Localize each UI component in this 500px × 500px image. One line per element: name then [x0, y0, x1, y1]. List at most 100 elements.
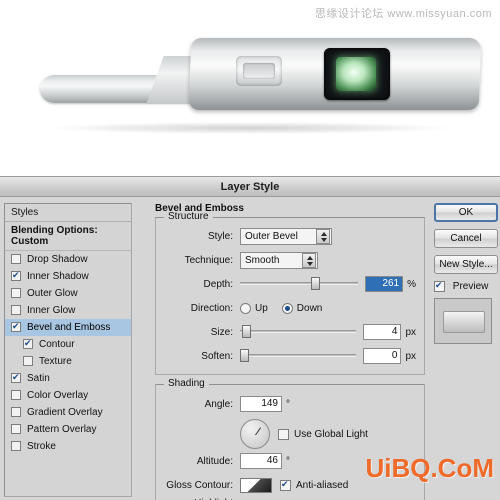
checkbox-stroke[interactable]: [11, 441, 21, 451]
size-slider-track: [240, 330, 357, 333]
dialog-actions: OK Cancel New Style... Preview: [434, 203, 498, 345]
checkbox-bevel-and-emboss[interactable]: [11, 320, 21, 332]
depth-slider-track: [240, 282, 359, 285]
angle-dial[interactable]: [240, 419, 270, 449]
checkbox-outer-glow[interactable]: [11, 288, 21, 298]
size-label: Size:: [210, 326, 233, 338]
preview-thumbnail-shape: [443, 311, 485, 334]
ok-button[interactable]: OK: [434, 203, 498, 222]
technique-select-value: Smooth: [245, 254, 280, 266]
altitude-unit: °: [286, 455, 290, 467]
checkbox-texture[interactable]: [23, 356, 33, 366]
sidebar-label-outer-glow: Outer Glow: [27, 288, 78, 299]
checkbox-contour[interactable]: [23, 337, 33, 349]
sidebar-item-gradient-overlay[interactable]: Gradient Overlay: [5, 404, 131, 421]
gloss-contour-swatch[interactable]: [240, 477, 272, 493]
checkbox-gradient-overlay[interactable]: [11, 407, 21, 417]
use-global-light-label: Use Global Light: [294, 428, 368, 440]
style-select[interactable]: Outer Bevel: [240, 227, 332, 245]
altitude-input[interactable]: 46: [240, 453, 282, 469]
styles-panel: Styles Blending Options: Custom Drop Sha…: [4, 203, 132, 497]
sidebar-item-drop-shadow[interactable]: Drop Shadow: [5, 251, 131, 268]
layer-style-dialog: Layer Style Styles Blending Options: Cus…: [0, 176, 500, 500]
checkbox-inner-glow[interactable]: [11, 305, 21, 315]
depth-unit: %: [407, 278, 416, 290]
sidebar-label-contour: Contour: [39, 339, 75, 350]
angle-input[interactable]: 149: [240, 396, 282, 412]
angle-unit: °: [286, 398, 290, 410]
depth-slider-thumb[interactable]: [310, 277, 320, 290]
altitude-label: Altitude:: [196, 455, 233, 467]
sidebar-item-pattern-overlay[interactable]: Pattern Overlay: [5, 421, 131, 438]
sidebar-label-drop-shadow: Drop Shadow: [27, 254, 88, 265]
sidebar-item-stroke[interactable]: Stroke: [5, 438, 131, 455]
sidebar-item-color-overlay[interactable]: Color Overlay: [5, 387, 131, 404]
new-style-button[interactable]: New Style...: [434, 255, 498, 274]
cancel-button[interactable]: Cancel: [434, 229, 498, 248]
dialog-title: Layer Style: [220, 181, 280, 193]
device-groove: [236, 56, 282, 86]
sidebar-label-color-overlay: Color Overlay: [27, 390, 89, 401]
shading-legend: Shading: [164, 378, 209, 389]
sidebar-item-bevel-and-emboss[interactable]: Bevel and Emboss: [5, 319, 131, 336]
angle-label: Angle:: [204, 398, 233, 410]
sidebar-label-inner-glow: Inner Glow: [27, 305, 76, 316]
metallic-device-illustration: [40, 30, 482, 134]
preview-row: Preview: [434, 279, 498, 293]
size-unit: px: [405, 326, 416, 338]
sidebar-item-blending-options[interactable]: Blending Options: Custom: [5, 222, 131, 251]
checkbox-drop-shadow[interactable]: [11, 254, 21, 264]
soften-input[interactable]: 0: [363, 348, 402, 364]
size-slider[interactable]: [240, 324, 357, 340]
preview-label: Preview: [452, 281, 489, 293]
checkbox-inner-shadow[interactable]: [11, 269, 21, 281]
soften-label: Soften:: [201, 350, 233, 362]
checkbox-pattern-overlay[interactable]: [11, 424, 21, 434]
soften-slider-thumb[interactable]: [240, 349, 249, 362]
depth-input[interactable]: 261: [365, 276, 404, 292]
soften-slider[interactable]: [240, 348, 357, 364]
site-watermark: UiBQ.CoM: [365, 453, 494, 483]
global-light-row: Use Global Light: [164, 419, 416, 449]
structure-legend: Structure: [164, 211, 213, 222]
sidebar-item-satin[interactable]: Satin: [5, 370, 131, 387]
device-screen-glow: [336, 57, 376, 91]
sidebar-label-satin: Satin: [27, 373, 50, 384]
sidebar-item-texture[interactable]: Texture: [5, 353, 131, 370]
style-row: Style: Outer Bevel: [164, 226, 416, 246]
checkbox-color-overlay[interactable]: [11, 390, 21, 400]
size-row: Size: 4 px: [164, 322, 416, 342]
size-input[interactable]: 4: [363, 324, 402, 340]
styles-panel-header: Styles: [5, 204, 131, 222]
sidebar-item-inner-shadow[interactable]: Inner Shadow: [5, 268, 131, 285]
forum-watermark: 思缘设计论坛 www.missyuan.com: [314, 8, 492, 20]
radio-direction-up[interactable]: [240, 302, 251, 314]
checkbox-anti-aliased[interactable]: [280, 478, 291, 491]
preview-thumbnail: [434, 298, 492, 345]
size-slider-thumb[interactable]: [242, 325, 252, 338]
sidebar-label-gradient-overlay: Gradient Overlay: [27, 407, 103, 418]
sidebar-label-inner-shadow: Inner Shadow: [27, 271, 89, 282]
radio-direction-down[interactable]: [281, 302, 293, 314]
technique-row: Technique: Smooth: [164, 250, 416, 270]
chevron-updown-icon[interactable]: [316, 228, 330, 244]
sidebar-item-contour[interactable]: Contour: [5, 336, 131, 353]
dialog-titlebar[interactable]: Layer Style: [0, 177, 500, 197]
soften-row: Soften: 0 px: [164, 346, 416, 366]
technique-select[interactable]: Smooth: [240, 251, 318, 269]
style-label: Style:: [207, 230, 233, 242]
checkbox-preview[interactable]: [434, 279, 445, 292]
direction-up-label: Up: [255, 302, 268, 314]
screenshot-root: 思缘设计论坛 www.missyuan.com Layer Style Styl…: [0, 0, 500, 500]
depth-slider[interactable]: [240, 276, 359, 292]
chevron-updown-icon[interactable]: [302, 252, 316, 268]
anti-aliased-label: Anti-aliased: [296, 479, 349, 491]
gloss-contour-label: Gloss Contour:: [166, 479, 233, 491]
checkbox-use-global-light[interactable]: [278, 428, 289, 440]
sidebar-item-outer-glow[interactable]: Outer Glow: [5, 285, 131, 302]
sidebar-item-inner-glow[interactable]: Inner Glow: [5, 302, 131, 319]
device-screen: [324, 48, 390, 100]
checkbox-satin[interactable]: [11, 371, 21, 383]
sidebar-label-bevel-and-emboss: Bevel and Emboss: [27, 322, 111, 333]
sidebar-label-pattern-overlay: Pattern Overlay: [27, 424, 97, 435]
